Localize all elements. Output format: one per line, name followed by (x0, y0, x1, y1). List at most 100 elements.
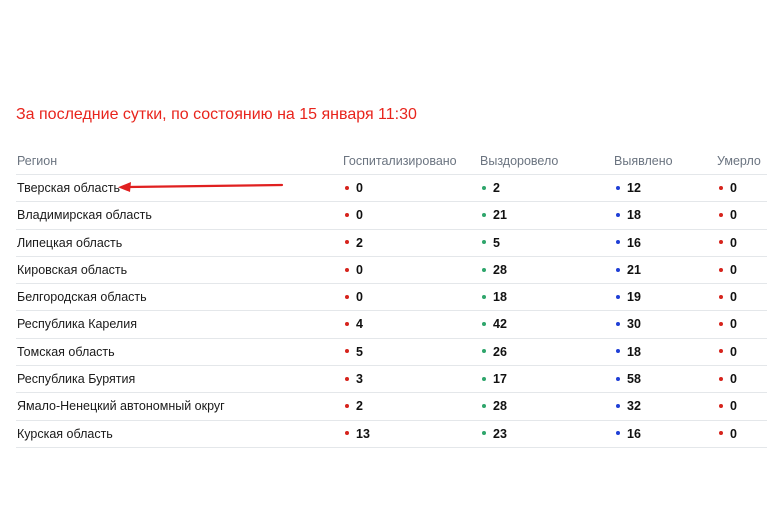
recovered-dot-icon (482, 431, 486, 436)
recovered-value: 28 (493, 262, 507, 277)
detected-value: 19 (627, 290, 641, 305)
hospitalized-cell: 2 (343, 236, 363, 250)
recovered-cell: 5 (480, 236, 500, 250)
died-value: 0 (730, 208, 737, 223)
died-value: 0 (730, 181, 737, 195)
region-name: Владимирская область (17, 208, 152, 223)
hospitalized-value: 2 (356, 235, 363, 250)
detected-dot-icon (616, 431, 620, 436)
recovered-value: 26 (493, 344, 507, 359)
detected-dot-icon (616, 267, 620, 272)
died-dot-icon (719, 213, 723, 217)
recovered-value: 23 (493, 426, 507, 441)
detected-dot-icon (616, 240, 620, 245)
hospitalized-value: 0 (356, 290, 363, 305)
died-value: 0 (730, 399, 737, 414)
table-header: Регион Госпитализировано Выздоровело Выя… (16, 148, 767, 174)
died-dot-icon (719, 185, 723, 190)
detected-dot-icon (616, 349, 620, 354)
table-row: Ямало-Ненецкий автономный округ 2 28 32 0 (16, 392, 767, 419)
recovered-dot-icon (482, 376, 486, 381)
detected-value: 16 (627, 235, 641, 250)
region-name: Томская область (17, 344, 115, 359)
hospitalized-value: 3 (356, 372, 363, 387)
red-arrow-annotation (118, 182, 284, 192)
hospitalized-dot-icon (345, 322, 349, 327)
hospitalized-dot-icon (345, 213, 349, 217)
table-row: Республика Карелия 4 42 30 0 (16, 310, 767, 337)
region-name: Курская область (17, 426, 113, 441)
table-row: Томская область 5 26 18 0 (16, 337, 767, 365)
detected-cell: 21 (614, 263, 641, 277)
recovered-value: 18 (493, 290, 507, 305)
detected-value: 12 (627, 181, 641, 195)
hospitalized-value: 0 (356, 208, 363, 223)
died-dot-icon (719, 404, 723, 409)
column-header-detected: Выявлено (614, 154, 673, 168)
table-row: Кировская область 0 28 21 0 (16, 255, 767, 283)
detected-value: 18 (627, 344, 641, 359)
hospitalized-dot-icon (345, 185, 349, 190)
died-dot-icon (719, 431, 723, 436)
hospitalized-value: 2 (356, 399, 363, 414)
recovered-value: 28 (493, 399, 507, 414)
stats-table: Регион Госпитализировано Выздоровело Выя… (16, 148, 767, 462)
column-header-died: Умерло (717, 154, 761, 168)
hospitalized-cell: 0 (343, 263, 363, 277)
died-cell: 0 (717, 427, 737, 441)
table-row: Белгородская область 0 18 19 0 (16, 283, 767, 310)
recovered-cell: 18 (480, 290, 507, 304)
detected-value: 30 (627, 317, 641, 332)
region-name: Республика Карелия (17, 317, 137, 332)
detected-cell: 32 (614, 399, 641, 413)
recovered-dot-icon (482, 349, 486, 354)
recovered-dot-icon (482, 213, 486, 217)
hospitalized-dot-icon (345, 376, 349, 381)
hospitalized-value: 5 (356, 344, 363, 359)
detected-cell: 30 (614, 317, 641, 331)
recovered-cell: 26 (480, 345, 507, 359)
column-header-region: Регион (17, 154, 58, 168)
detected-dot-icon (616, 376, 620, 381)
died-dot-icon (719, 349, 723, 354)
recovered-value: 21 (493, 208, 507, 223)
died-value: 0 (730, 426, 737, 441)
region-name: Ямало-Ненецкий автономный округ (17, 399, 225, 414)
died-value: 0 (730, 344, 737, 359)
detected-cell: 16 (614, 427, 641, 441)
hospitalized-cell: 5 (343, 345, 363, 359)
died-value: 0 (730, 235, 737, 250)
detected-value: 32 (627, 399, 641, 414)
table-row: Владимирская область 0 21 18 0 (16, 201, 767, 228)
recovered-value: 42 (493, 317, 507, 332)
detected-value: 58 (627, 372, 641, 387)
recovered-dot-icon (482, 322, 486, 327)
hospitalized-cell: 0 (343, 181, 363, 195)
died-cell: 0 (717, 263, 737, 277)
hospitalized-dot-icon (345, 294, 349, 299)
hospitalized-cell: 3 (343, 372, 363, 386)
recovered-cell: 28 (480, 263, 507, 277)
died-dot-icon (719, 322, 723, 327)
recovered-dot-icon (482, 185, 486, 190)
died-dot-icon (719, 240, 723, 245)
recovered-cell: 28 (480, 399, 507, 413)
hospitalized-value: 0 (356, 262, 363, 277)
recovered-cell: 21 (480, 208, 507, 222)
died-cell: 0 (717, 399, 737, 413)
hospitalized-dot-icon (345, 404, 349, 409)
died-cell: 0 (717, 345, 737, 359)
detected-dot-icon (616, 185, 620, 190)
region-name: Кировская область (17, 262, 128, 277)
region-name: Липецкая область (17, 235, 123, 250)
recovered-dot-icon (482, 240, 486, 245)
column-header-hospitalized: Госпитализировано (343, 154, 457, 168)
hospitalized-cell: 13 (343, 427, 370, 441)
recovered-dot-icon (482, 267, 486, 272)
hospitalized-dot-icon (345, 349, 349, 354)
table-row: Республика Бурятия 3 17 58 0 (16, 365, 767, 392)
detected-value: 16 (627, 426, 641, 441)
detected-cell: 12 (614, 181, 641, 195)
detected-cell: 19 (614, 290, 641, 304)
detected-dot-icon (616, 294, 620, 299)
